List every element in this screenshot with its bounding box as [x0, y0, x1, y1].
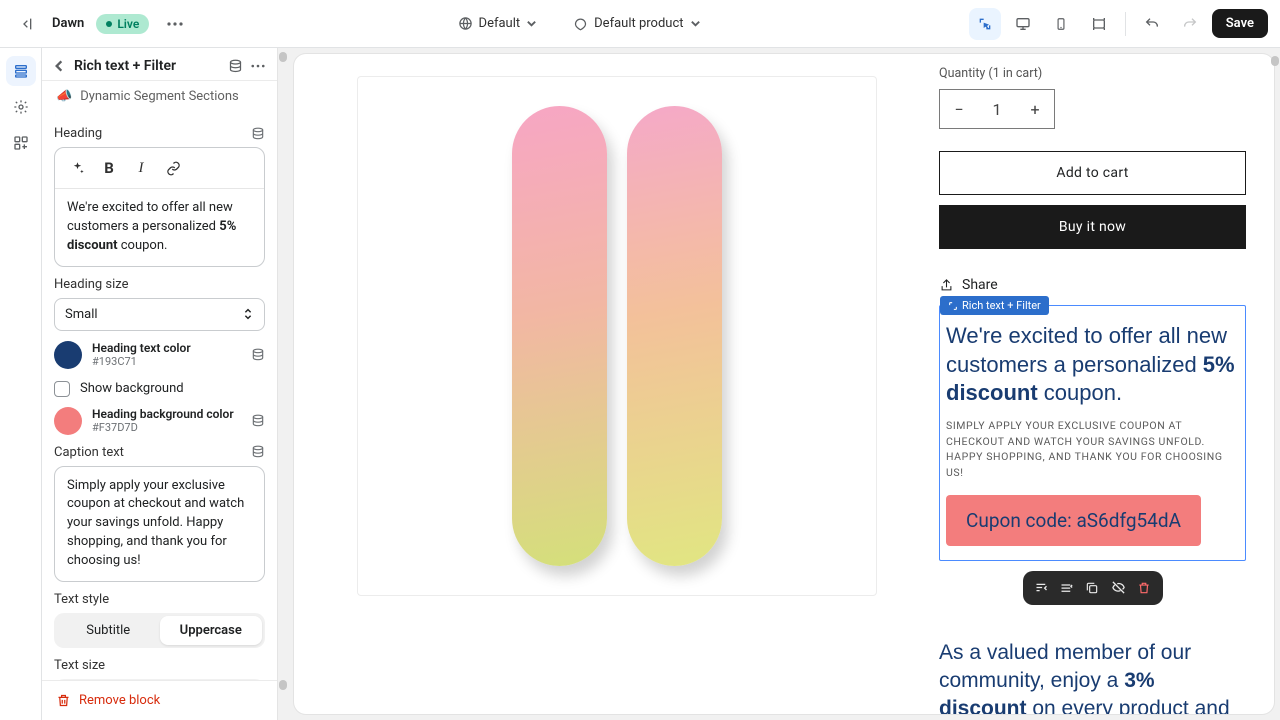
text-style-segment[interactable]: Subtitle Uppercase	[54, 613, 265, 648]
move-icon[interactable]	[1057, 578, 1077, 598]
status-pill: Live	[96, 14, 149, 34]
snowboard-left	[512, 106, 607, 566]
share-button[interactable]: Share	[939, 277, 1246, 293]
heading-editor[interactable]: B I We're excited to offer all new custo…	[54, 147, 265, 267]
fullwidth-icon[interactable]	[1083, 8, 1115, 40]
caption-label: Caption text	[54, 445, 124, 460]
quantity-stepper[interactable]: − 1 +	[939, 89, 1055, 129]
qty-minus[interactable]: −	[940, 100, 978, 119]
product-image	[357, 76, 877, 596]
theme-settings-icon[interactable]	[6, 92, 36, 122]
mobile-icon[interactable]	[1045, 8, 1077, 40]
rich-heading: We're excited to offer all new customers…	[946, 322, 1237, 408]
bold-icon[interactable]: B	[95, 154, 123, 182]
delete-icon[interactable]	[1134, 578, 1154, 598]
dynamic-source-icon[interactable]	[251, 414, 265, 428]
italic-icon[interactable]: I	[127, 154, 155, 182]
bg-color-row[interactable]: Heading background color #F37D7D	[54, 407, 265, 435]
snowboard-right	[627, 106, 722, 566]
remove-block-button[interactable]: Remove block	[42, 680, 277, 720]
heading-color-swatch[interactable]	[54, 341, 82, 369]
quantity-label: Quantity (1 in cart)	[939, 66, 1246, 81]
dynamic-source-icon[interactable]	[251, 445, 265, 459]
more-icon[interactable]	[161, 10, 189, 38]
theme-name: Dawn	[52, 16, 84, 31]
qty-plus[interactable]: +	[1016, 100, 1054, 119]
text-style-subtitle[interactable]: Subtitle	[57, 616, 160, 645]
dynamic-icon: 📣	[56, 89, 72, 104]
topbar: Dawn Live Default Default product Save	[0, 0, 1280, 48]
block-tag[interactable]: Rich text + Filter	[940, 296, 1049, 315]
coupon-code: Cupon code: aS6dfg54dA	[946, 495, 1201, 546]
heading-color-row[interactable]: Heading text color #193C71	[54, 341, 265, 369]
bg-color-swatch[interactable]	[54, 407, 82, 435]
canvas-scrollbar[interactable]	[1270, 54, 1280, 714]
exit-icon[interactable]	[12, 10, 40, 38]
show-background-checkbox[interactable]	[54, 381, 70, 397]
heading-size-label: Heading size	[54, 277, 129, 292]
caption-input[interactable]: Simply apply your exclusive coupon at ch…	[54, 466, 265, 582]
panel-title: Rich text + Filter	[74, 58, 220, 74]
redo-icon[interactable]	[1174, 8, 1206, 40]
text-style-uppercase[interactable]: Uppercase	[160, 616, 263, 645]
inspector-icon[interactable]	[969, 8, 1001, 40]
side-panel: Rich text + Filter 📣 Dynamic Segment Sec…	[42, 48, 278, 720]
text-size-label: Text size	[54, 658, 105, 673]
add-to-cart-button[interactable]: Add to cart	[939, 151, 1246, 195]
secondary-rich-text: As a valued member of our community, enj…	[939, 639, 1246, 714]
rich-caption: SIMPLY APPLY YOUR EXCLUSIVE COUPON AT CH…	[946, 418, 1237, 481]
template-dropdown[interactable]: Default product	[563, 10, 710, 37]
qty-value: 1	[978, 100, 1016, 119]
show-background-row[interactable]: Show background	[54, 381, 265, 397]
save-button[interactable]: Save	[1212, 9, 1268, 38]
left-rail	[0, 48, 42, 720]
duplicate-icon[interactable]	[1082, 578, 1102, 598]
sections-icon[interactable]	[6, 56, 36, 86]
link-icon[interactable]	[159, 154, 187, 182]
style-dropdown[interactable]: Default	[448, 10, 548, 37]
apps-icon[interactable]	[6, 128, 36, 158]
canvas: Quantity (1 in cart) − 1 + Add to cart B…	[278, 48, 1280, 720]
undo-icon[interactable]	[1136, 8, 1168, 40]
heading-label: Heading	[54, 126, 102, 141]
desktop-icon[interactable]	[1007, 8, 1039, 40]
hide-icon[interactable]	[1108, 578, 1128, 598]
panel-more-icon[interactable]	[251, 64, 265, 68]
back-icon[interactable]	[52, 59, 66, 73]
buy-now-button[interactable]: Buy it now	[939, 205, 1246, 249]
dynamic-source-icon[interactable]	[251, 127, 265, 141]
edit-icon[interactable]	[1031, 578, 1051, 598]
dynamic-source-icon[interactable]	[251, 348, 265, 362]
panel-subtitle-row[interactable]: 📣 Dynamic Segment Sections	[42, 81, 277, 112]
heading-content[interactable]: We're excited to offer all new customers…	[55, 189, 264, 266]
database-icon[interactable]	[228, 59, 243, 74]
preview-page: Quantity (1 in cart) − 1 + Add to cart B…	[294, 54, 1274, 714]
heading-size-select[interactable]: Small	[54, 298, 265, 331]
text-style-label: Text style	[54, 592, 109, 607]
ai-icon[interactable]	[63, 154, 91, 182]
block-toolbar	[1023, 571, 1163, 605]
rich-text-block[interactable]: Rich text + Filter We're excited to offe…	[939, 305, 1246, 561]
